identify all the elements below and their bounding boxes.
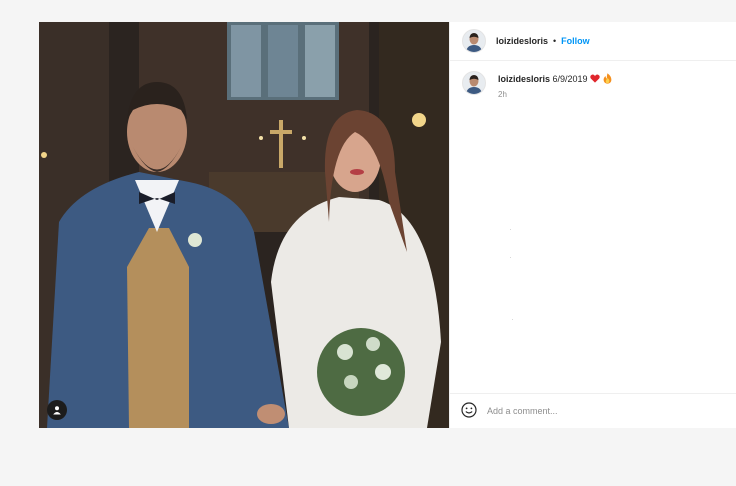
- person-tag-icon[interactable]: [47, 400, 67, 420]
- follow-button[interactable]: Follow: [561, 36, 590, 46]
- post-modal: loizidesloris • Follow loizidesloris 6/9…: [39, 22, 736, 428]
- emoji-icon[interactable]: [461, 402, 477, 420]
- caption-text: 6/9/2019: [552, 74, 588, 84]
- avatar[interactable]: [462, 71, 486, 95]
- caption-row: loizidesloris 6/9/2019 2h: [462, 71, 724, 99]
- avatar[interactable]: [462, 29, 486, 53]
- post-header: loizidesloris • Follow: [450, 22, 736, 61]
- comment-input[interactable]: Add a comment...: [487, 406, 558, 416]
- post-sidebar: loizidesloris • Follow loizidesloris 6/9…: [449, 22, 736, 428]
- wedding-photo: [39, 22, 449, 428]
- post-photo[interactable]: [39, 22, 449, 428]
- header-separator: •: [553, 36, 557, 46]
- loading-dots: [462, 99, 724, 320]
- fire-icon: [603, 73, 612, 84]
- caption-username[interactable]: loizidesloris: [498, 74, 550, 84]
- caption-time: 2h: [498, 90, 507, 99]
- comments-area: loizidesloris 6/9/2019 2h: [450, 61, 736, 393]
- red-heart-icon: [590, 74, 603, 84]
- add-comment-bar: Add a comment...: [450, 393, 736, 428]
- caption-body: loizidesloris 6/9/2019 2h: [498, 71, 612, 99]
- header-username[interactable]: loizidesloris: [496, 36, 548, 46]
